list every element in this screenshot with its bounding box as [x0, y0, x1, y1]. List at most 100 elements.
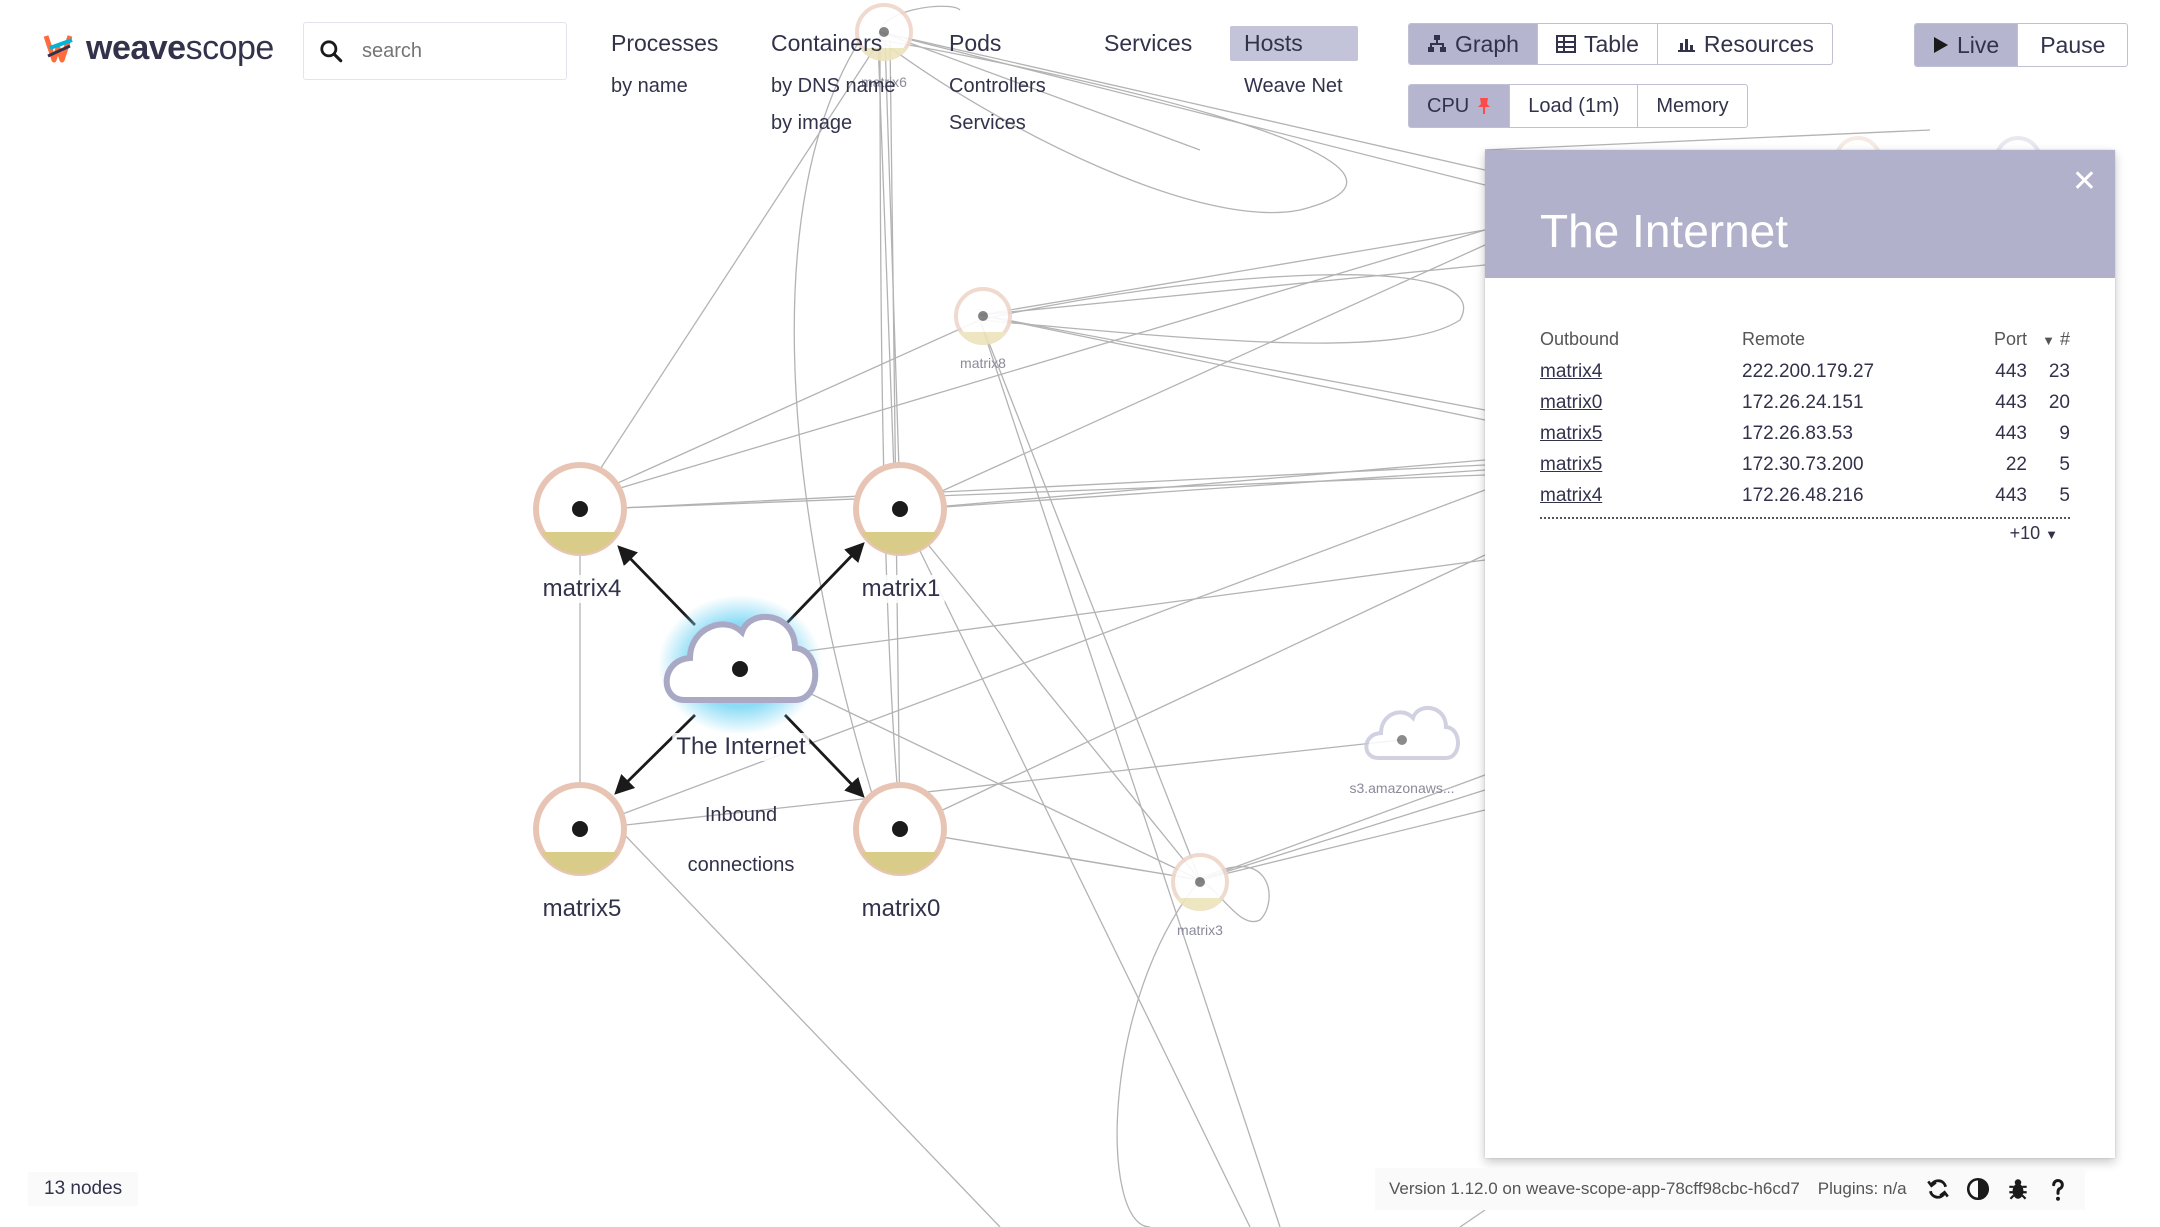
connection-node-link[interactable]: matrix4: [1540, 485, 1602, 506]
connection-port: 443: [1995, 422, 2027, 444]
topology-pods-tab[interactable]: Pods: [935, 26, 1015, 61]
node-label-internet: The Internet: [672, 733, 810, 761]
outbound-connections-table: Outbound Remote Port ▼ # matrix4 222.200…: [1540, 322, 2070, 544]
topology-pods-controllers[interactable]: Controllers: [935, 75, 1060, 98]
graph-view-button[interactable]: Graph: [1409, 24, 1538, 64]
connection-node-link[interactable]: matrix4: [1540, 361, 1602, 382]
refresh-icon[interactable]: [1925, 1176, 1951, 1202]
node-internet[interactable]: [658, 595, 822, 735]
connection-port: 443: [1995, 391, 2027, 413]
weave-logo-icon: [43, 35, 73, 63]
topology-containers-by-dns[interactable]: by DNS name: [757, 75, 910, 98]
bug-icon[interactable]: [2005, 1176, 2031, 1202]
topology-containers: Containers by DNS name by image: [757, 26, 910, 135]
graph-view-label: Graph: [1455, 30, 1519, 57]
node-label-matrix5: matrix5: [538, 895, 626, 923]
live-button[interactable]: Live: [1915, 24, 2019, 66]
node-label-matrix1: matrix1: [857, 575, 945, 603]
connection-node-link[interactable]: matrix5: [1540, 454, 1602, 475]
play-icon: [1934, 37, 1948, 53]
node-s3[interactable]: [1364, 705, 1460, 760]
metric-load-button[interactable]: Load (1m): [1510, 85, 1639, 127]
topology-hosts-tab[interactable]: Hosts: [1230, 26, 1358, 61]
pause-button[interactable]: Pause: [2018, 24, 2127, 66]
connection-node-link[interactable]: matrix5: [1540, 423, 1602, 444]
node-matrix4[interactable]: [533, 462, 627, 556]
table-view-button[interactable]: Table: [1538, 24, 1658, 64]
connection-remote: 222.200.179.27: [1742, 360, 1875, 382]
table-row: matrix4 222.200.179.27 443 23: [1540, 356, 2070, 387]
column-count[interactable]: ▼ #: [2027, 329, 2070, 350]
table-row: matrix0 172.26.24.151 443 20: [1540, 387, 2070, 418]
metric-cpu-label: CPU: [1427, 94, 1470, 117]
live-label: Live: [1957, 31, 2000, 58]
metric-cpu-button[interactable]: CPU: [1409, 85, 1511, 127]
column-port[interactable]: Port: [1947, 329, 2027, 350]
show-more-button[interactable]: +10 ▼: [1540, 523, 2070, 544]
column-remote[interactable]: Remote: [1742, 329, 1947, 350]
close-icon[interactable]: ✕: [2072, 164, 2097, 199]
node-label-matrix3: matrix3: [1177, 922, 1223, 938]
topology-processes-tab[interactable]: Processes: [597, 26, 732, 61]
connection-count: 23: [2048, 360, 2070, 382]
node-label-matrix0: matrix0: [857, 895, 945, 923]
topology-services: Services: [1090, 26, 1206, 61]
topology-hosts-weave-net[interactable]: Weave Net: [1230, 75, 1358, 98]
node-matrix3[interactable]: [1171, 853, 1229, 911]
topology-containers-tab[interactable]: Containers: [757, 26, 896, 61]
plugins-text: Plugins: n/a: [1817, 1179, 1907, 1198]
resources-view-label: Resources: [1703, 30, 1814, 57]
connection-remote: 172.30.73.200: [1742, 453, 1864, 475]
weavescope-logo[interactable]: weavescope: [42, 24, 274, 72]
column-outbound[interactable]: Outbound: [1540, 329, 1742, 350]
table-header: Outbound Remote Port ▼ #: [1540, 322, 2070, 356]
connection-node-link[interactable]: matrix0: [1540, 392, 1602, 413]
node-label-matrix8: matrix8: [960, 355, 1006, 371]
connection-count: 5: [2059, 453, 2070, 475]
sitemap-icon: [1428, 35, 1446, 52]
time-control: Live Pause: [1914, 23, 2129, 67]
topology-containers-by-image[interactable]: by image: [757, 112, 910, 135]
connection-remote: 172.26.24.151: [1742, 391, 1864, 413]
metric-memory-button[interactable]: Memory: [1638, 85, 1746, 127]
table-row: matrix5 172.26.83.53 443 9: [1540, 418, 2070, 449]
node-matrix0[interactable]: [853, 782, 947, 876]
connection-port: 443: [1995, 360, 2027, 382]
node-matrix8[interactable]: [954, 287, 1012, 345]
metric-selector: CPU Load (1m) Memory: [1408, 84, 1748, 128]
connection-count: 5: [2059, 484, 2070, 506]
view-mode-selector: Graph Table Resources: [1408, 23, 1833, 65]
sort-desc-icon: ▼: [2042, 332, 2055, 348]
inbound-connections-label: Inbound connections: [688, 790, 795, 890]
table-row: matrix4 172.26.48.216 443 5: [1540, 480, 2070, 511]
search-input[interactable]: [360, 38, 554, 64]
topology-processes-by-name[interactable]: by name: [597, 75, 732, 98]
inbound-line-2: connections: [687, 854, 795, 876]
connection-port: 443: [1995, 484, 2027, 506]
node-label-matrix4: matrix4: [538, 575, 626, 603]
table-icon: [1555, 35, 1576, 53]
chevron-down-icon: ▼: [2045, 527, 2058, 542]
topology-services-tab[interactable]: Services: [1090, 26, 1206, 61]
connection-count: 9: [2059, 422, 2070, 444]
contrast-icon[interactable]: [1965, 1176, 1991, 1202]
connection-remote: 172.26.83.53: [1742, 422, 1853, 444]
node-matrix5[interactable]: [533, 782, 627, 876]
footer-status: Version 1.12.0 on weave-scope-app-78cff9…: [1375, 1168, 2085, 1210]
search-box[interactable]: [303, 22, 567, 80]
help-icon[interactable]: [2045, 1176, 2071, 1202]
node-matrix1[interactable]: [853, 462, 947, 556]
resources-view-button[interactable]: Resources: [1658, 24, 1832, 64]
topology-processes: Processes by name: [597, 26, 732, 98]
table-divider: [1540, 517, 2070, 519]
version-text: Version 1.12.0 on weave-scope-app-78cff9…: [1389, 1179, 1800, 1198]
logo-text: weavescope: [86, 28, 274, 67]
bar-chart-icon: [1677, 39, 1695, 52]
table-row: matrix5 172.30.73.200 22 5: [1540, 449, 2070, 480]
search-icon: [320, 40, 343, 63]
topology-pods: Pods Controllers Services: [935, 26, 1060, 135]
topology-pods-services[interactable]: Services: [935, 112, 1060, 135]
inbound-line-1: Inbound: [704, 804, 778, 826]
table-view-label: Table: [1583, 30, 1639, 57]
node-details-panel: ✕ The Internet Outbound Remote Port ▼ # …: [1485, 150, 2115, 1158]
